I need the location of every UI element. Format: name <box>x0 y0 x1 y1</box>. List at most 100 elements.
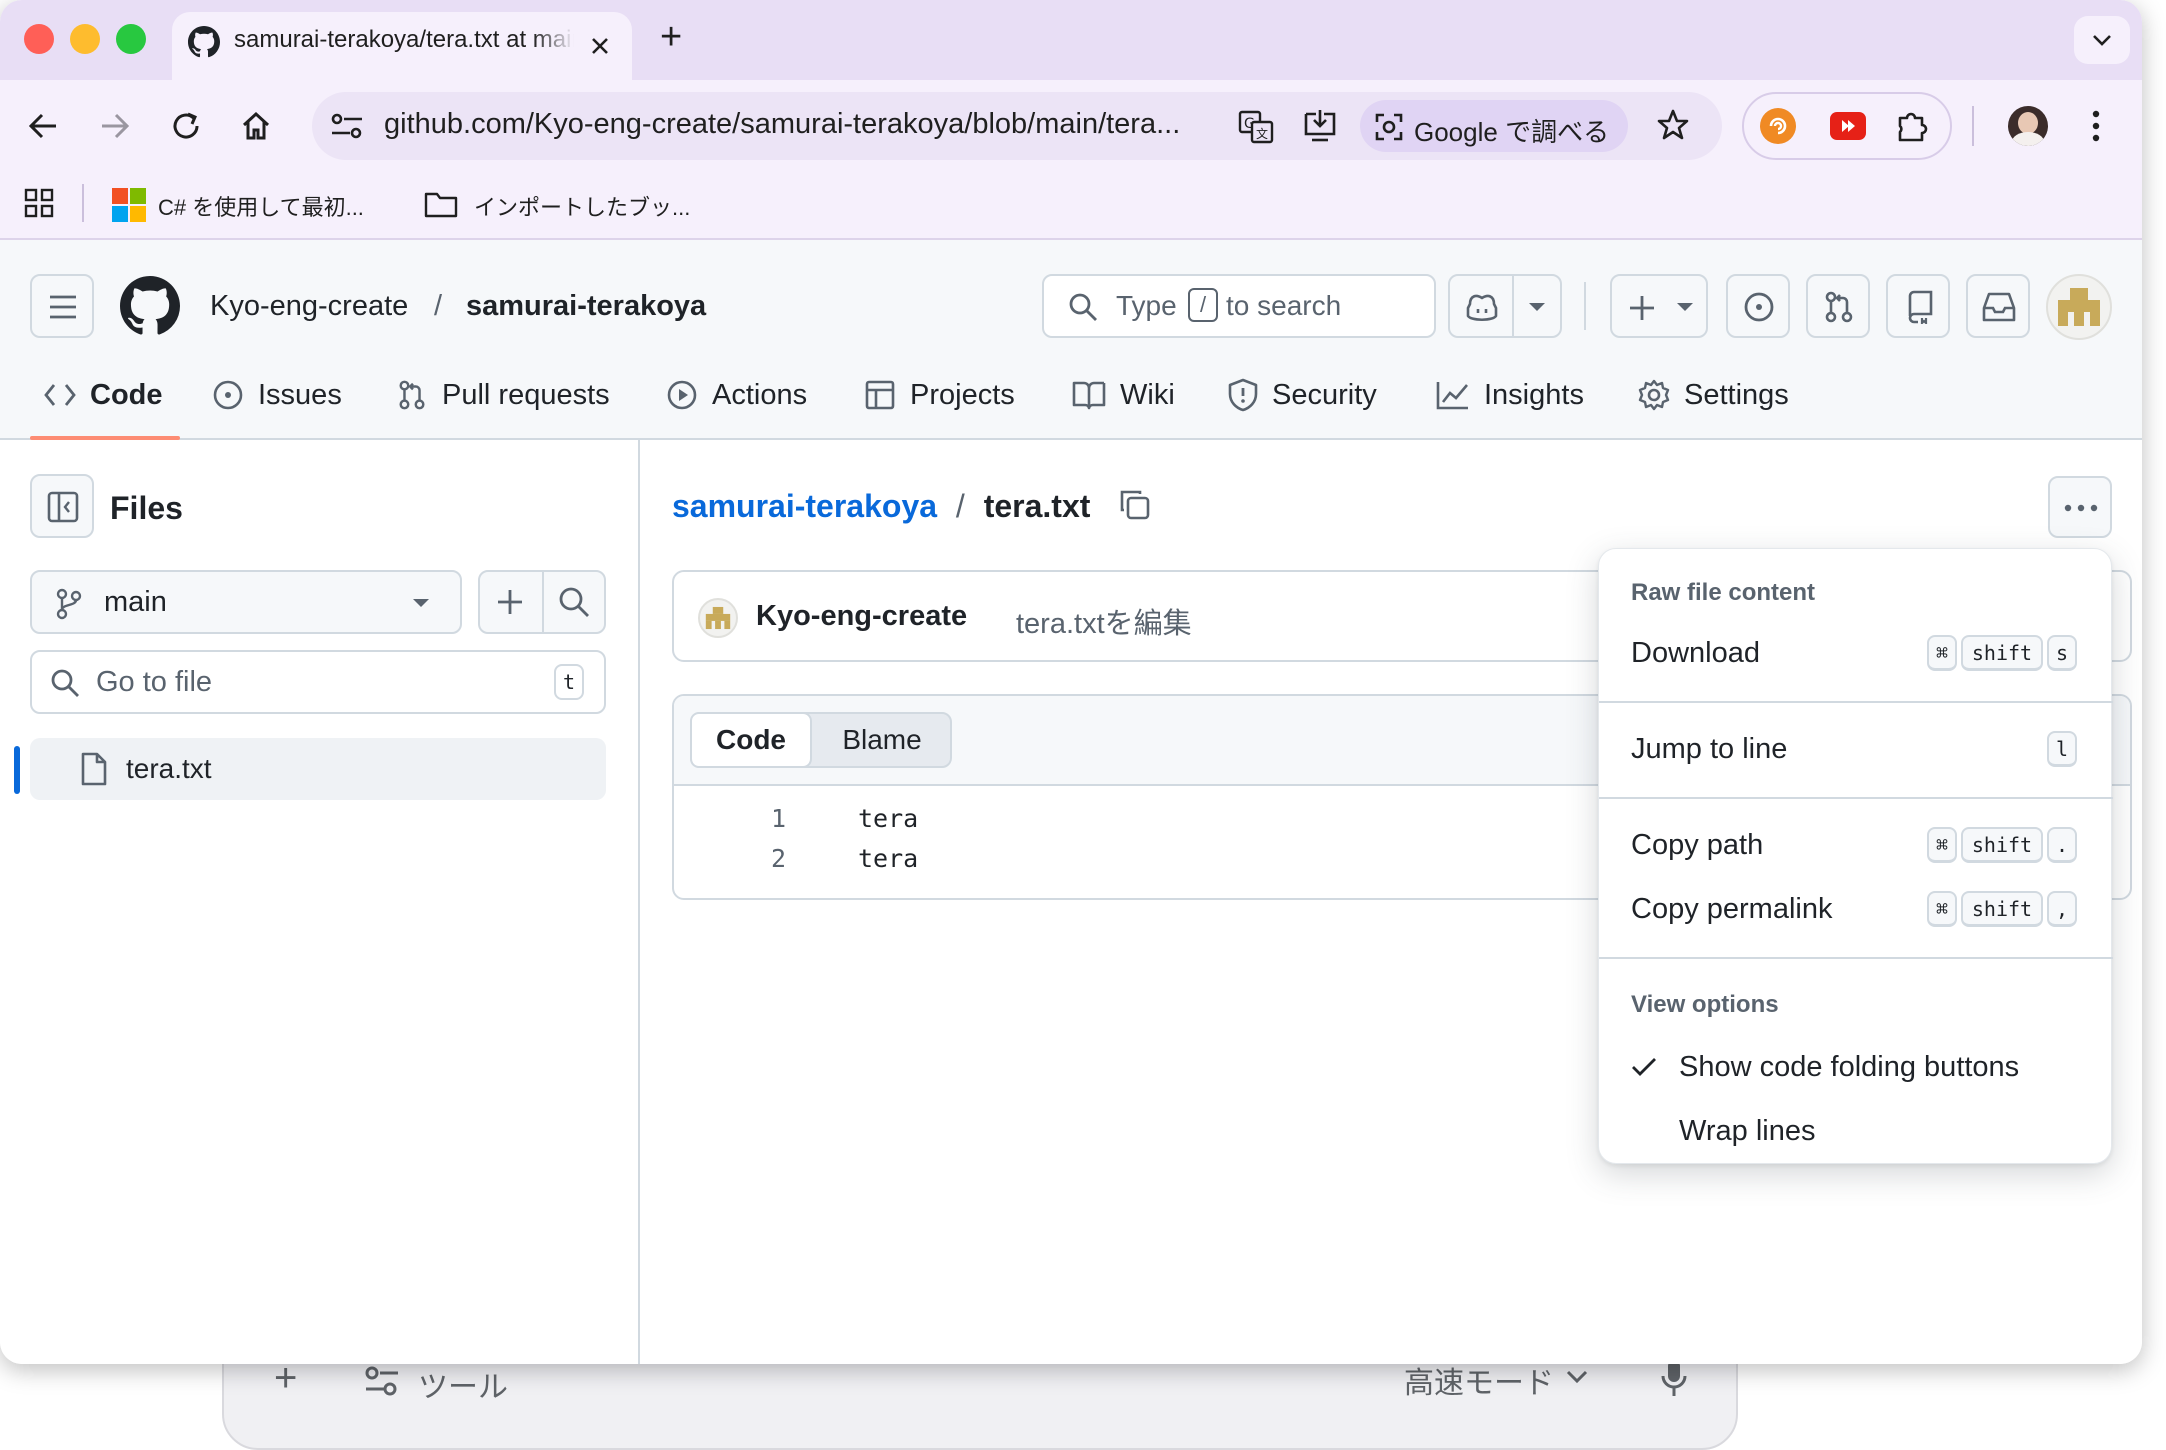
tab-wiki-label: Wiki <box>1120 378 1175 411</box>
global-nav-menu-button[interactable] <box>30 274 94 338</box>
menu-label-show-folding: Show code folding buttons <box>1679 1051 2020 1083</box>
menu-item-wrap-lines[interactable]: Wrap lines <box>1599 1101 2113 1161</box>
menu-item-download[interactable]: Download ⌘ shift s <box>1599 623 2113 683</box>
forward-icon[interactable] <box>100 112 130 140</box>
tab-blame-view[interactable]: Blame <box>814 714 950 766</box>
copy-icon[interactable] <box>1118 488 1152 522</box>
search-input[interactable]: Type / to search <box>1042 274 1436 338</box>
pull-requests-shortcut-button[interactable] <box>1806 274 1870 338</box>
shield-icon <box>1228 378 1258 412</box>
play-icon <box>667 380 697 410</box>
create-new-button[interactable] <box>1610 274 1708 338</box>
menu-divider <box>1599 797 2113 799</box>
user-avatar[interactable] <box>2046 274 2112 340</box>
apps-grid-icon[interactable] <box>24 188 54 218</box>
file-breadcrumb: samurai-terakoya / tera.txt <box>672 488 1090 525</box>
repo-link[interactable]: samurai-terakoya <box>466 290 706 323</box>
bookmark-microsoft-item[interactable] <box>112 188 146 222</box>
commit-author[interactable]: Kyo-eng-create <box>756 600 967 633</box>
menu-heading-raw: Raw file content <box>1631 579 1816 606</box>
address-bar[interactable]: github.com/Kyo-eng-create/samurai-terako… <box>312 92 1722 160</box>
chevron-down-icon <box>413 599 429 607</box>
svg-text:文: 文 <box>1256 126 1268 141</box>
home-icon[interactable] <box>240 110 272 142</box>
tab-code-view[interactable]: Code <box>690 712 812 768</box>
tab-issues[interactable]: Issues <box>212 368 342 422</box>
install-app-icon[interactable] <box>1302 108 1338 144</box>
tab-security[interactable]: Security <box>1228 368 1377 422</box>
extension-orange-icon[interactable] <box>1760 108 1796 144</box>
tree-item-file[interactable]: tera.txt <box>30 738 606 800</box>
url-text: github.com/Kyo-eng-create/samurai-terako… <box>384 108 1181 140</box>
new-tab-button[interactable]: + <box>660 16 682 59</box>
tab-active[interactable]: samurai-terakoya/tera.txt at main <box>172 12 632 80</box>
bookmark-label-imported[interactable]: インポートしたブッ... <box>474 190 690 222</box>
tab-projects[interactable]: Projects <box>864 368 1015 422</box>
google-lens-chip[interactable]: Google で調べる <box>1360 100 1628 152</box>
translate-icon[interactable]: G 文 <box>1238 110 1274 144</box>
profile-avatar[interactable] <box>2008 106 2048 146</box>
tab-settings-label: Settings <box>1684 378 1789 411</box>
repositories-shortcut-button[interactable] <box>1886 274 1950 338</box>
lens-icon <box>1375 113 1403 141</box>
shortcut-key: . <box>2047 827 2077 863</box>
menu-item-copy-permalink[interactable]: Copy permalink ⌘ shift , <box>1599 879 2113 939</box>
tab-insights[interactable]: Insights <box>1436 368 1584 422</box>
tab-wiki[interactable]: Wiki <box>1072 368 1175 422</box>
shortcut-key: shift <box>1961 827 2043 863</box>
copilot-button[interactable] <box>1448 274 1562 338</box>
microsoft-logo-icon <box>112 188 146 222</box>
book-icon <box>1072 381 1106 410</box>
minimize-window-button[interactable] <box>70 24 100 54</box>
menu-item-jump-to-line[interactable]: Jump to line l <box>1599 719 2113 779</box>
search-code-button[interactable] <box>544 572 604 632</box>
go-to-file-placeholder: Go to file <box>96 666 213 698</box>
tab-search-button[interactable] <box>2074 16 2130 64</box>
tab-close-icon[interactable] <box>590 36 610 56</box>
close-window-button[interactable] <box>24 24 54 54</box>
shortcut-key: , <box>2047 891 2077 927</box>
tab-security-label: Security <box>1272 378 1377 411</box>
chevron-down-icon <box>2093 35 2111 46</box>
search-icon <box>1069 293 1097 321</box>
line-number[interactable]: 1 <box>726 804 786 833</box>
tab-pull-requests[interactable]: Pull requests <box>396 368 610 422</box>
bookmark-star-icon[interactable] <box>1656 108 1690 142</box>
inbox-button[interactable] <box>1966 274 2030 338</box>
browser-menu-icon[interactable] <box>2090 108 2102 144</box>
tab-settings[interactable]: Settings <box>1638 368 1789 422</box>
line-number[interactable]: 2 <box>726 844 786 873</box>
folder-icon[interactable] <box>424 190 458 218</box>
breadcrumb-repo-link[interactable]: samurai-terakoya <box>672 488 937 524</box>
owner-link[interactable]: Kyo-eng-create <box>210 290 408 323</box>
more-file-actions-button[interactable] <box>2048 476 2112 538</box>
issues-shortcut-button[interactable] <box>1726 274 1790 338</box>
commit-message[interactable]: tera.txtを編集 <box>1016 600 1192 642</box>
extension-youtube-icon[interactable] <box>1830 112 1866 140</box>
commit-author-avatar[interactable] <box>698 598 738 638</box>
collapse-sidebar-button[interactable] <box>30 474 94 538</box>
add-file-button[interactable] <box>480 572 542 632</box>
extensions-puzzle-icon[interactable] <box>1894 108 1930 144</box>
github-logo-icon[interactable] <box>120 276 180 336</box>
menu-item-copy-path[interactable]: Copy path ⌘ shift . <box>1599 815 2113 875</box>
zoom-window-button[interactable] <box>116 24 146 54</box>
github-favicon-icon <box>188 26 220 58</box>
github-header: Kyo-eng-create / samurai-terakoya Type /… <box>0 240 2142 440</box>
tab-actions[interactable]: Actions <box>666 368 807 422</box>
copilot-dropdown-icon[interactable] <box>1528 302 1546 312</box>
tab-code[interactable]: Code <box>44 368 163 422</box>
bookmark-label-csharp[interactable]: C# を使用して最初... <box>158 190 364 222</box>
go-to-file-input[interactable]: Go to file t <box>30 650 606 714</box>
site-settings-icon[interactable] <box>330 112 364 140</box>
file-tree-sidebar: Files main Go to file t tera.txt <box>0 440 640 1364</box>
breadcrumb-file-name: tera.txt <box>983 488 1091 524</box>
back-icon[interactable] <box>28 112 58 140</box>
identicon-icon <box>2058 288 2100 326</box>
reload-icon[interactable] <box>170 110 202 142</box>
files-title: Files <box>110 490 183 526</box>
menu-item-show-folding[interactable]: Show code folding buttons <box>1599 1037 2113 1097</box>
branch-selector[interactable]: main <box>30 570 462 634</box>
tab-title: samurai-terakoya/tera.txt at main <box>234 26 574 53</box>
shortcut-key: ⌘ <box>1927 827 1957 863</box>
